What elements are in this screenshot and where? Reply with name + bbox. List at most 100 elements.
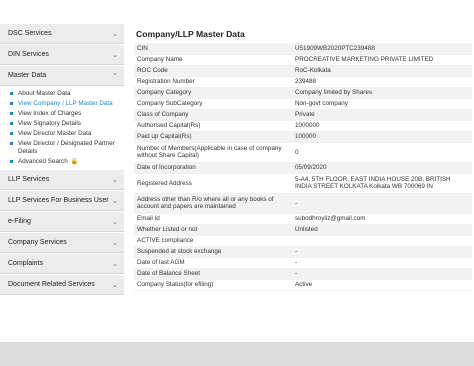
submenu-label: View Director Master Data — [18, 130, 92, 137]
field-label: Registration Number — [134, 76, 292, 88]
field-value: - — [292, 268, 472, 280]
footer-bar — [0, 342, 474, 366]
field-value: 05/09/2020 — [292, 162, 472, 174]
master-data-panel: Company/LLP Master Data CIN U51909WB2020P… — [130, 24, 474, 291]
field-value: - — [292, 193, 472, 214]
field-label: Registered Address — [134, 173, 292, 194]
table-row: Whether Listed or not Unlisted — [134, 224, 472, 236]
table-row: Registered Address 5-A4, 5TH FLOOR, EAST … — [134, 173, 472, 194]
field-label: Company Status(for efiling) — [134, 279, 292, 291]
master-data-submenu: About Master Data View Company / LLP Mas… — [0, 86, 124, 170]
field-value: PROCREATIVE MARKETING PRIVATE LIMITED — [292, 54, 472, 66]
chevron-down-icon: ⌄ — [112, 238, 118, 247]
field-value: 239488 — [292, 76, 472, 88]
submenu-label: Advanced Search — [18, 158, 68, 165]
submenu-advanced-search[interactable]: Advanced Search 🔒 — [0, 157, 124, 167]
field-label: Authorised Capital(Rs) — [134, 120, 292, 132]
field-label: Number of Members(Applicable in case of … — [134, 142, 292, 163]
bullet-icon — [10, 160, 13, 163]
field-label: Whether Listed or not — [134, 224, 292, 236]
field-label: Address other than R/o where all or any … — [134, 193, 292, 214]
submenu-label: View Director / Designated Partner Detai… — [18, 140, 115, 155]
submenu-view-index-of-charges[interactable]: View Index of Charges — [0, 109, 124, 119]
field-label: Company SubCategory — [134, 98, 292, 110]
menu-label: Master Data — [8, 72, 47, 79]
submenu-label: View Company / LLP Master Data — [18, 100, 113, 107]
chevron-down-icon: ⌄ — [112, 50, 118, 59]
field-label: Company Category — [134, 87, 292, 99]
chevron-down-icon: ⌄ — [112, 196, 118, 205]
field-value: 1000000 — [292, 120, 472, 132]
chevron-down-icon: ⌄ — [112, 217, 118, 226]
chevron-down-icon: ⌄ — [112, 175, 118, 184]
field-value: - — [292, 246, 472, 258]
field-label: Suspended at stock exchange — [134, 246, 292, 258]
submenu-view-director-master-data[interactable]: View Director Master Data — [0, 129, 124, 139]
table-row: Number of Members(Applicable in case of … — [134, 142, 472, 163]
table-row: Paid up Capital(Rs) 100000 — [134, 131, 472, 143]
field-label: ROC Code — [134, 65, 292, 77]
submenu-view-director-partner-details[interactable]: View Director / Designated Partner Detai… — [0, 139, 124, 157]
menu-label: DSC Services — [8, 30, 52, 37]
table-row: Suspended at stock exchange - — [134, 246, 472, 258]
menu-e-filing[interactable]: e-Filing ⌄ — [0, 212, 124, 232]
bullet-icon — [10, 112, 13, 115]
menu-document-related-services[interactable]: Document Related Services ⌄ — [0, 275, 124, 295]
submenu-label: View Index of Charges — [18, 110, 82, 117]
field-value: subodhroyliz@gmail.com — [292, 213, 472, 225]
field-value: Active — [292, 279, 472, 291]
menu-din-services[interactable]: DIN Services ⌄ — [0, 45, 124, 65]
submenu-about-master-data[interactable]: About Master Data — [0, 89, 124, 99]
chevron-down-icon: ⌄ — [112, 259, 118, 268]
field-value: Non-govt company — [292, 98, 472, 110]
field-value: 5-A4, 5TH FLOOR, EAST INDIA HOUSE 20B, B… — [292, 173, 472, 194]
field-value — [292, 235, 472, 247]
field-label: CIN — [134, 43, 292, 55]
submenu-view-company-master-data[interactable]: View Company / LLP Master Data — [0, 99, 124, 109]
submenu-label: About Master Data — [18, 90, 71, 97]
page-title: Company/LLP Master Data — [136, 29, 245, 39]
menu-master-data[interactable]: Master Data ⌃ — [0, 66, 124, 86]
chevron-up-icon: ⌃ — [112, 71, 118, 80]
table-row: Date of Balance Sheet - — [134, 268, 472, 280]
menu-complaints[interactable]: Complaints ⌄ — [0, 254, 124, 274]
field-label: Company Name — [134, 54, 292, 66]
table-row: Authorised Capital(Rs) 1000000 — [134, 120, 472, 132]
menu-label: Complaints — [8, 260, 44, 267]
field-label: Date of last AGM — [134, 257, 292, 269]
field-value: - — [292, 257, 472, 269]
field-value: 0 — [292, 142, 472, 163]
bullet-icon — [10, 122, 13, 125]
menu-company-services[interactable]: Company Services ⌄ — [0, 233, 124, 253]
table-row: Company Category Company limited by Share… — [134, 87, 472, 99]
field-label: Paid up Capital(Rs) — [134, 131, 292, 143]
chevron-down-icon: ⌄ — [112, 280, 118, 289]
menu-label: Document Related Services — [8, 281, 95, 288]
master-data-table: CIN U51909WB2020PTC239488 Company Name PROC… — [134, 43, 472, 291]
table-row: ACTIVE compliance — [134, 235, 472, 247]
chevron-down-icon: ⌄ — [112, 29, 118, 38]
menu-label: Company Services — [8, 239, 67, 246]
table-row: Class of Company Private — [134, 109, 472, 121]
field-label: ACTIVE compliance — [134, 235, 292, 247]
field-value: 100000 — [292, 131, 472, 143]
menu-llp-services-business-user[interactable]: LLP Services For Business User ⌄ — [0, 191, 124, 211]
submenu-view-signatory-details[interactable]: View Signatory Details — [0, 119, 124, 129]
table-row: Email Id subodhroyliz@gmail.com — [134, 213, 472, 225]
bullet-icon — [10, 132, 13, 135]
field-label: Class of Company — [134, 109, 292, 121]
table-row: Address other than R/o where all or any … — [134, 193, 472, 214]
field-value: Company limited by Shares — [292, 87, 472, 99]
field-value: Private — [292, 109, 472, 121]
menu-dsc-services[interactable]: DSC Services ⌄ — [0, 24, 124, 44]
field-label: Email Id — [134, 213, 292, 225]
table-row: Registration Number 239488 — [134, 76, 472, 88]
field-label: Date of Balance Sheet — [134, 268, 292, 280]
bullet-icon — [10, 142, 13, 145]
bullet-icon — [10, 92, 13, 95]
table-row: CIN U51909WB2020PTC239488 — [134, 43, 472, 55]
menu-llp-services[interactable]: LLP Services ⌄ — [0, 170, 124, 190]
submenu-label: View Signatory Details — [18, 120, 81, 127]
menu-label: DIN Services — [8, 51, 49, 58]
menu-label: e-Filing — [8, 218, 31, 225]
